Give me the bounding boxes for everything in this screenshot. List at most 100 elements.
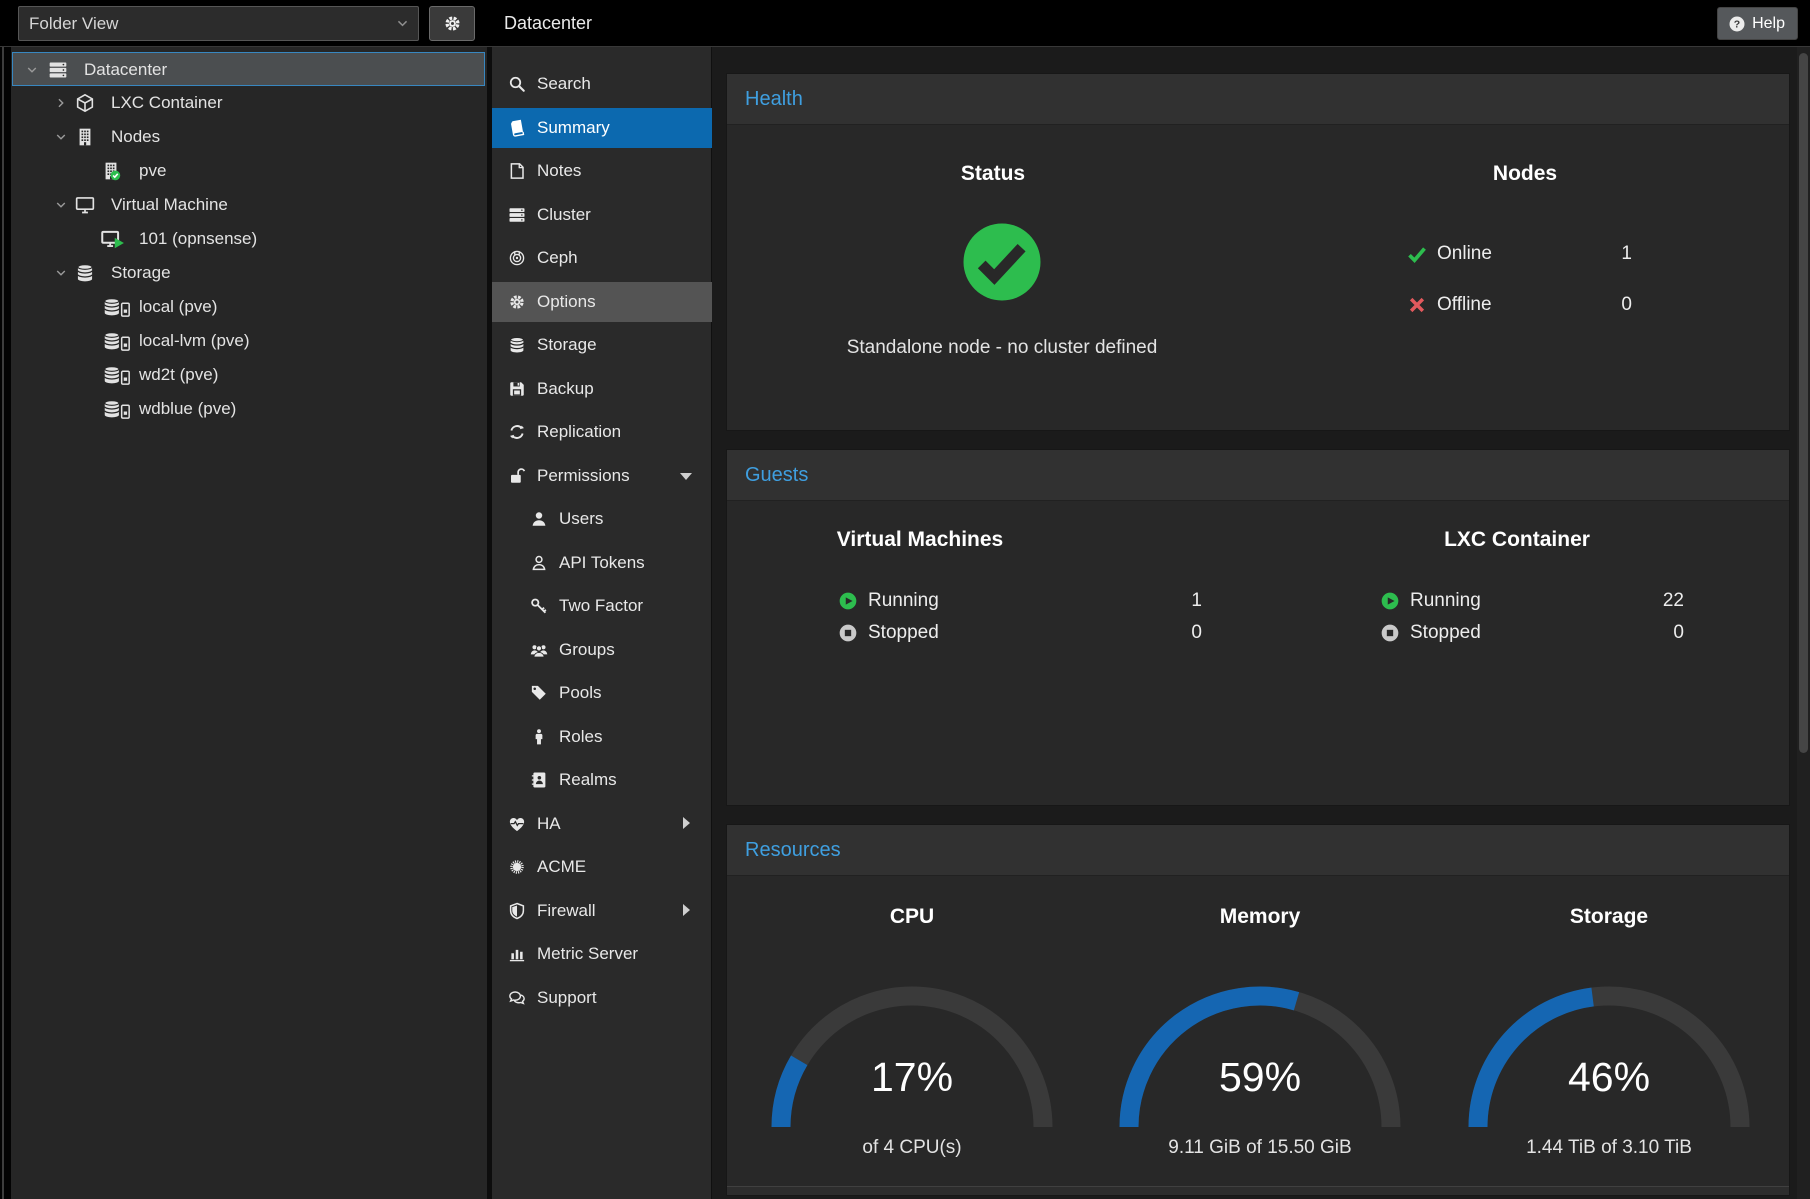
nav-item-label: Permissions	[537, 456, 630, 496]
tree-item-datacenter[interactable]: Datacenter	[12, 52, 485, 86]
nav-item-support[interactable]: Support	[492, 978, 712, 1018]
resources-panel: Resources CPU 17% of 4 CPU(s) Memory 59%…	[726, 824, 1790, 1196]
tree-item-local-pve-[interactable]: local (pve)	[12, 290, 485, 324]
nav-item-notes[interactable]: Notes	[492, 151, 712, 191]
nav-item-permissions[interactable]: Permissions	[492, 456, 712, 496]
nav-item-search[interactable]: Search	[492, 64, 712, 104]
tree-settings-button[interactable]	[429, 6, 475, 41]
tree-item-virtual-machine[interactable]: Virtual Machine	[12, 188, 485, 222]
nav-item-label: Storage	[537, 325, 597, 365]
nav-item-label: Realms	[559, 760, 617, 800]
database-icon	[75, 263, 95, 283]
cpu-gauge	[762, 977, 1062, 1129]
nav-item-label: Options	[537, 282, 596, 322]
tree-item-label: LXC Container	[111, 86, 223, 119]
nav-item-groups[interactable]: Groups	[492, 630, 712, 670]
cluster-status-text: Standalone node - no cluster defined	[727, 337, 1277, 359]
nav-item-replication[interactable]: Replication	[492, 412, 712, 452]
monitor-play-icon	[101, 229, 126, 249]
lxc-stopped-label: Stopped	[1410, 616, 1481, 650]
tree-item-label: wd2t (pve)	[139, 358, 218, 391]
tree-item-wd2t-pve-[interactable]: wd2t (pve)	[12, 358, 485, 392]
nav-item-pools[interactable]: Pools	[492, 673, 712, 713]
view-selector-value: Folder View	[29, 7, 118, 40]
tree-item-lxc-container[interactable]: LXC Container	[12, 86, 485, 120]
question-circle-icon	[1728, 15, 1746, 33]
nav-item-backup[interactable]: Backup	[492, 369, 712, 409]
nav-item-label: Notes	[537, 151, 581, 191]
building-icon	[75, 127, 95, 147]
nav-item-acme[interactable]: ACME	[492, 847, 712, 887]
nav-item-label: Support	[537, 978, 597, 1018]
window-edge	[0, 47, 11, 1199]
tree-item-pve[interactable]: pve	[12, 154, 485, 188]
database-drive-icon	[101, 365, 131, 385]
chevron-down-icon[interactable]	[25, 63, 39, 77]
help-button[interactable]: Help	[1717, 7, 1798, 40]
nav-item-label: Metric Server	[537, 934, 638, 974]
tree-item-label: 101 (opnsense)	[139, 222, 257, 255]
storage-gauge	[1459, 977, 1759, 1129]
nav-item-api-tokens[interactable]: API Tokens	[492, 543, 712, 583]
tree-item-wdblue-pve-[interactable]: wdblue (pve)	[12, 392, 485, 426]
chevron-right-icon[interactable]	[54, 96, 68, 110]
memory-heading: Memory	[1110, 905, 1410, 929]
tree-item-label: local (pve)	[139, 290, 217, 323]
lxc-running-row: Running 22	[1380, 584, 1684, 618]
nav-item-label: Users	[559, 499, 603, 539]
summary-content: Health Status Nodes Standalone node - no…	[712, 47, 1810, 1199]
nav-item-two-factor[interactable]: Two Factor	[492, 586, 712, 626]
nav-item-roles[interactable]: Roles	[492, 717, 712, 757]
memory-gauge-block: Memory 59% 9.11 GiB of 15.50 GiB	[1110, 881, 1410, 1186]
nav-item-label: Replication	[537, 412, 621, 452]
health-panel: Health Status Nodes Standalone node - no…	[726, 73, 1790, 431]
tree-item-storage[interactable]: Storage	[12, 256, 485, 290]
chevron-down-icon[interactable]	[54, 198, 68, 212]
nav-item-ceph[interactable]: Ceph	[492, 238, 712, 278]
server-icon	[48, 60, 68, 80]
nav-item-cluster[interactable]: Cluster	[492, 195, 712, 235]
vm-running-count: 1	[1191, 584, 1202, 618]
tree-item-label: Nodes	[111, 120, 160, 153]
acme-icon	[508, 858, 526, 876]
view-selector[interactable]: Folder View	[18, 6, 419, 41]
nav-item-label: Two Factor	[559, 586, 643, 626]
gear-icon	[443, 14, 462, 33]
cpu-percent: 17%	[762, 1054, 1062, 1102]
tree-item-local-lvm-pve-[interactable]: local-lvm (pve)	[12, 324, 485, 358]
chevron-down-icon[interactable]	[54, 266, 68, 280]
lxc-running-label: Running	[1410, 584, 1481, 618]
nav-item-metric-server[interactable]: Metric Server	[492, 934, 712, 974]
bar-chart-icon	[508, 945, 526, 963]
memory-percent: 59%	[1110, 1054, 1410, 1102]
cube-icon	[75, 93, 95, 113]
search-icon	[508, 75, 526, 93]
nav-item-label: Groups	[559, 630, 615, 670]
nav-item-label: Search	[537, 64, 591, 104]
nav-item-realms[interactable]: Realms	[492, 760, 712, 800]
vm-stopped-label: Stopped	[868, 616, 939, 650]
nav-item-ha[interactable]: HA	[492, 804, 712, 844]
help-button-label: Help	[1752, 15, 1785, 32]
online-label: Online	[1437, 236, 1492, 272]
vm-running-label: Running	[868, 584, 939, 618]
user-icon	[530, 510, 548, 528]
tree-item-nodes[interactable]: Nodes	[12, 120, 485, 154]
chevron-down-icon[interactable]	[54, 130, 68, 144]
memory-gauge	[1110, 977, 1410, 1129]
resources-footer	[727, 1186, 1789, 1196]
key-icon	[530, 597, 548, 615]
nav-item-options[interactable]: Options	[492, 282, 712, 322]
check-icon	[1407, 244, 1427, 264]
resources-title: Resources	[727, 825, 841, 875]
nav-item-label: Roles	[559, 717, 602, 757]
stop-circle-icon	[1380, 623, 1400, 643]
scrollbar-thumb[interactable]	[1799, 53, 1808, 753]
nav-item-users[interactable]: Users	[492, 499, 712, 539]
nav-item-summary[interactable]: Summary	[492, 108, 712, 148]
tree-item-101-opnsense-[interactable]: 101 (opnsense)	[12, 222, 485, 256]
submenu-arrow-right-icon	[683, 904, 690, 916]
ceph-icon	[508, 249, 526, 267]
nav-item-firewall[interactable]: Firewall	[492, 891, 712, 931]
nav-item-storage[interactable]: Storage	[492, 325, 712, 365]
